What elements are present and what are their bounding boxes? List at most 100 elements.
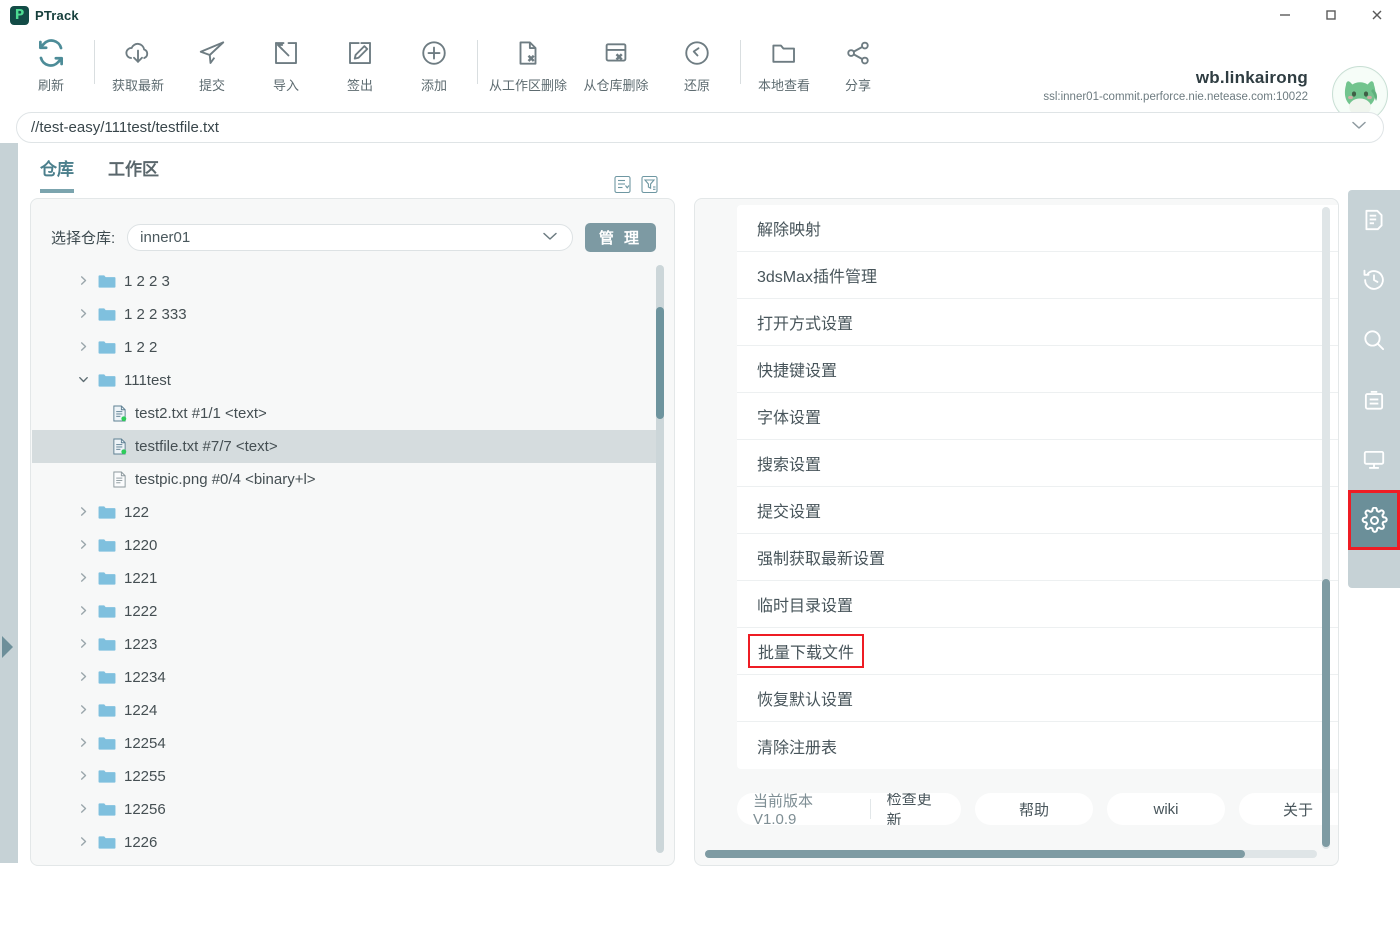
tree-folder-row[interactable]: 111test <box>32 364 662 397</box>
tree-node-label: 12256 <box>124 801 166 818</box>
minimize-button[interactable] <box>1262 0 1308 30</box>
settings-row[interactable]: 解除映射 <box>737 205 1338 252</box>
tree-folder-row[interactable]: 1221 <box>32 562 662 595</box>
left-collapsed-rail[interactable] <box>0 143 18 863</box>
rail-document-button[interactable] <box>1348 190 1400 250</box>
toolbar-checkout[interactable]: 签出 <box>323 30 397 102</box>
check-update-button[interactable]: 检查更新 <box>871 793 961 825</box>
chevron-right-icon[interactable] <box>78 670 88 685</box>
settings-row[interactable]: 快捷键设置 <box>737 346 1338 393</box>
toolbar-add[interactable]: 添加 <box>397 30 471 102</box>
chevron-right-icon[interactable] <box>78 505 88 520</box>
chevron-down-icon[interactable] <box>1349 115 1369 140</box>
tree-node-label: 1221 <box>124 570 158 587</box>
chevron-right-icon[interactable] <box>78 736 88 751</box>
toolbar-import[interactable]: 导入 <box>249 30 323 102</box>
maximize-button[interactable] <box>1308 0 1354 30</box>
rail-clipboard-button[interactable] <box>1348 370 1400 430</box>
settings-row[interactable]: 批量下载文件 <box>737 628 1338 675</box>
rail-monitor-button[interactable] <box>1348 430 1400 490</box>
tree-folder-row[interactable]: 122 <box>32 496 662 529</box>
tree-folder-row[interactable]: 12234 <box>32 661 662 694</box>
chevron-right-icon[interactable] <box>78 571 88 586</box>
chevron-right-icon[interactable] <box>78 307 88 322</box>
settings-horizontal-scrollbar[interactable] <box>705 850 1317 858</box>
tree-file-row[interactable]: testfile.txt #7/7 <text> <box>32 430 662 463</box>
chevron-right-icon[interactable] <box>78 703 88 718</box>
folder-icon <box>98 373 116 388</box>
tree-folder-row[interactable]: 12254 <box>32 727 662 760</box>
settings-row-label-highlighted: 批量下载文件 <box>748 634 865 668</box>
settings-row[interactable]: 打开方式设置 <box>737 299 1338 346</box>
user-info[interactable]: wb.linkairong ssl:inner01-commit.perforc… <box>1043 68 1308 103</box>
tree-folder-row[interactable]: 1220 <box>32 529 662 562</box>
right-icon-rail <box>1348 190 1400 588</box>
settings-row[interactable]: 3dsMax插件管理 <box>737 252 1338 299</box>
help-button[interactable]: 帮助 <box>975 793 1093 825</box>
chevron-right-icon[interactable] <box>78 637 88 652</box>
tree-scrollbar[interactable] <box>656 265 664 853</box>
depot-path-bar[interactable]: //test-easy/111test/testfile.txt <box>16 112 1384 143</box>
toolbar-delete-from-workspace[interactable]: 从工作区删除 <box>484 30 572 102</box>
chevron-right-icon[interactable] <box>78 538 88 553</box>
tab-depot[interactable]: 仓库 <box>40 155 74 193</box>
app-title: PTrack <box>35 7 79 23</box>
repo-select[interactable]: inner01 <box>127 224 573 251</box>
toolbar-refresh[interactable]: 刷新 <box>14 30 88 102</box>
folder-icon <box>98 571 116 586</box>
wiki-button[interactable]: wiki <box>1107 793 1225 825</box>
tree-folder-row[interactable]: 1222 <box>32 595 662 628</box>
settings-row[interactable]: 搜索设置 <box>737 440 1338 487</box>
settings-row[interactable]: 强制获取最新设置 <box>737 534 1338 581</box>
rail-history-button[interactable] <box>1348 250 1400 310</box>
tree-folder-row[interactable]: 1223 <box>32 628 662 661</box>
rail-settings-button[interactable] <box>1348 490 1400 550</box>
settings-footer: 当前版本 V1.0.9 检查更新 帮助 wiki 关于 <box>737 789 1338 829</box>
settings-row[interactable]: 临时目录设置 <box>737 581 1338 628</box>
settings-vertical-scrollbar[interactable] <box>1322 207 1330 849</box>
filter-icon[interactable] <box>641 175 658 194</box>
toolbar-get-latest[interactable]: 获取最新 <box>101 30 175 102</box>
tree-folder-row[interactable]: 1224 <box>32 694 662 727</box>
manage-button[interactable]: 管 理 <box>584 223 656 252</box>
depot-path-value[interactable]: //test-easy/111test/testfile.txt <box>31 119 1349 136</box>
depot-tree[interactable]: 1 2 2 3 1 2 2 333 1 2 2 111test test2.txt #1… <box>32 261 662 861</box>
revert-icon <box>682 36 712 70</box>
chevron-down-icon[interactable] <box>540 226 560 250</box>
settings-row[interactable]: 恢复默认设置 <box>737 675 1338 722</box>
chevron-right-icon[interactable] <box>78 340 88 355</box>
tree-folder-row[interactable]: 1 2 2 3 <box>32 265 662 298</box>
chevron-right-icon[interactable] <box>78 604 88 619</box>
chevron-down-icon[interactable] <box>78 373 88 388</box>
tree-folder-row[interactable]: 1 2 2 333 <box>32 298 662 331</box>
toolbar-share[interactable]: 分享 <box>821 30 895 102</box>
toolbar-divider <box>94 40 95 84</box>
settings-row[interactable]: 清除注册表 <box>737 722 1338 769</box>
tree-folder-row[interactable]: 1 2 2 <box>32 331 662 364</box>
tree-scrollbar-thumb[interactable] <box>656 307 664 419</box>
chevron-right-icon[interactable] <box>78 802 88 817</box>
tree-folder-row[interactable]: 1226 <box>32 826 662 859</box>
history-icon <box>1361 267 1387 293</box>
settings-row[interactable]: 字体设置 <box>737 393 1338 440</box>
tree-folder-row[interactable]: 12256 <box>32 793 662 826</box>
chevron-right-icon[interactable] <box>78 274 88 289</box>
toolbar-local-view[interactable]: 本地查看 <box>747 30 821 102</box>
tree-folder-row[interactable]: 12255 <box>32 760 662 793</box>
chevron-right-icon[interactable] <box>78 769 88 784</box>
chevron-right-icon[interactable] <box>78 835 88 850</box>
tab-workspace[interactable]: 工作区 <box>108 155 159 193</box>
sort-list-icon[interactable] <box>614 175 631 194</box>
settings-vertical-scrollbar-thumb[interactable] <box>1322 579 1330 847</box>
settings-horizontal-scrollbar-thumb[interactable] <box>705 850 1245 858</box>
rail-search-button[interactable] <box>1348 310 1400 370</box>
tree-file-row[interactable]: test2.txt #1/1 <text> <box>32 397 662 430</box>
toolbar-delete-from-depot[interactable]: 从仓库删除 <box>572 30 660 102</box>
settings-row[interactable]: 提交设置 <box>737 487 1338 534</box>
expand-arrow-icon[interactable] <box>2 636 13 658</box>
folder-icon <box>98 802 116 817</box>
toolbar-revert[interactable]: 还原 <box>660 30 734 102</box>
close-button[interactable] <box>1354 0 1400 30</box>
tree-file-row[interactable]: testpic.png #0/4 <binary+l> <box>32 463 662 496</box>
toolbar-submit[interactable]: 提交 <box>175 30 249 102</box>
